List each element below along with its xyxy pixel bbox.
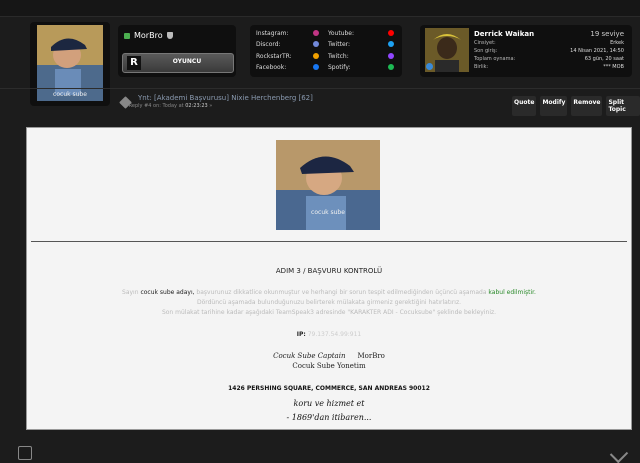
modify-button[interactable]: Modify [540, 96, 568, 116]
text-part: Sayın [122, 289, 141, 296]
post-photo [276, 140, 380, 230]
rockstar-icon[interactable] [313, 53, 319, 59]
social-label: RockstarTR: [256, 53, 292, 60]
para-line-2: Dördüncü aşamada bulunduğunuzu belirtere… [196, 299, 462, 306]
top-bar [0, 0, 640, 17]
reply-meta-suffix: » [207, 103, 213, 109]
signature-role: Cocuk Sube Captain [273, 352, 346, 360]
social-youtube[interactable]: Youtube: [328, 29, 354, 38]
username-text: MorBro [134, 31, 163, 40]
signature-line: Cocuk Sube Captain MorBro [27, 352, 631, 360]
discord-icon[interactable] [313, 41, 319, 47]
ip-line: IP: 79.137.54.99:911 [27, 331, 631, 338]
profile-avatar[interactable]: cocuk sube [30, 22, 110, 106]
member-row: Toplam oynama: 63 gün, 20 saat [474, 56, 624, 62]
post-actions: Quote Modify Remove Split Topic [512, 96, 640, 116]
candidate-name: cocuk sube adayı, [140, 289, 195, 296]
reply-title[interactable]: Ynt: [Akademi Başvurusu] Nixie Herchenbe… [138, 94, 313, 102]
online-status-icon [124, 32, 130, 39]
user-box: MorBro R OYUNCU [118, 25, 236, 77]
signature-name: MorBro [357, 352, 385, 360]
address: 1426 PERSHING SQUARE, COMMERCE, SAN ANDR… [228, 385, 430, 392]
remove-button[interactable]: Remove [571, 96, 603, 116]
social-spotify[interactable]: Spotify: [328, 63, 350, 72]
social-facebook[interactable]: Facebook: [256, 63, 286, 72]
social-instagram[interactable]: Instagram: [256, 29, 289, 38]
motto-line-2: - 1869'dan itibaren... [286, 413, 372, 422]
twitter-icon[interactable] [388, 41, 394, 47]
motto-line-1: koru ve hizmet et [293, 399, 365, 408]
reply-meta-prefix: « Reply #4 on: Today at [124, 103, 186, 109]
social-label: Twitch: [328, 53, 349, 60]
rank-label: OYUNCU [172, 58, 202, 65]
verified-icon [426, 63, 433, 70]
shield-icon [166, 32, 173, 39]
para-line-1: Sayın cocuk sube adayı, başvurunuz dikka… [27, 289, 631, 296]
social-label: Discord: [256, 41, 281, 48]
quote-button[interactable]: Quote [512, 96, 537, 116]
split-topic-button[interactable]: Split Topic [606, 96, 640, 116]
member-row: Birlik: *** MOB [474, 64, 624, 70]
check-icon[interactable] [609, 444, 629, 463]
social-rockstar[interactable]: RockstarTR: [256, 52, 292, 61]
twitch-icon[interactable] [388, 53, 394, 59]
reply-meta: « Reply #4 on: Today at 02:23:23 » [124, 103, 212, 109]
rockstar-logo-icon: R [127, 56, 141, 70]
member-level: 19 seviye [590, 30, 624, 38]
social-label: Instagram: [256, 30, 289, 37]
avatar-photo [37, 25, 103, 101]
member-info: Derrick Waikan 19 seviye Cinsiyet: Erkek … [420, 25, 632, 77]
post-divider [31, 241, 627, 242]
social-twitch[interactable]: Twitch: [328, 52, 349, 61]
para-line-3: Son mülakat tarihine kadar aşağıdaki Tea… [161, 309, 497, 316]
social-label: Youtube: [328, 30, 355, 37]
youtube-icon[interactable] [388, 30, 394, 36]
social-links: Instagram: Discord: RockstarTR: Facebook… [250, 25, 402, 77]
signature-org: Cocuk Sube Yonetim [292, 362, 366, 370]
text-part: başvurunuz dikkatlice okunmuştur ve herh… [194, 289, 489, 296]
instagram-icon[interactable] [313, 30, 319, 36]
social-label: Twitter: [328, 41, 351, 48]
reply-time: 02:23:23 [185, 103, 208, 109]
member-row: Son giriş: 14 Nisan 2021, 14:50 [474, 48, 624, 54]
social-discord[interactable]: Discord: [256, 40, 281, 49]
social-label: Spotify: [328, 64, 351, 71]
rank-bar: R OYUNCU [122, 53, 234, 73]
post-image: cocuk sube [276, 140, 380, 230]
post-body: cocuk sube ADIM 3 / BAŞVURU KONTROLÜ Say… [26, 127, 632, 430]
social-twitter[interactable]: Twitter: [328, 40, 350, 49]
avatar-caption: cocuk sube [53, 91, 87, 98]
spotify-icon[interactable] [388, 64, 394, 70]
social-label: Facebook: [256, 64, 287, 71]
member-name[interactable]: Derrick Waikan [474, 30, 534, 38]
post-image-caption: cocuk sube [311, 209, 345, 216]
ip-label: IP: [296, 331, 306, 338]
header-separator [0, 88, 640, 89]
username[interactable]: MorBro [124, 31, 173, 40]
step-title: ADIM 3 / BAŞVURU KONTROLÜ [275, 267, 383, 275]
member-row: Cinsiyet: Erkek [474, 40, 624, 46]
accepted-text: kabul edilmiştir. [488, 289, 536, 296]
facebook-icon[interactable] [313, 64, 319, 70]
ip-value[interactable]: 79.137.54.99:911 [308, 331, 362, 338]
